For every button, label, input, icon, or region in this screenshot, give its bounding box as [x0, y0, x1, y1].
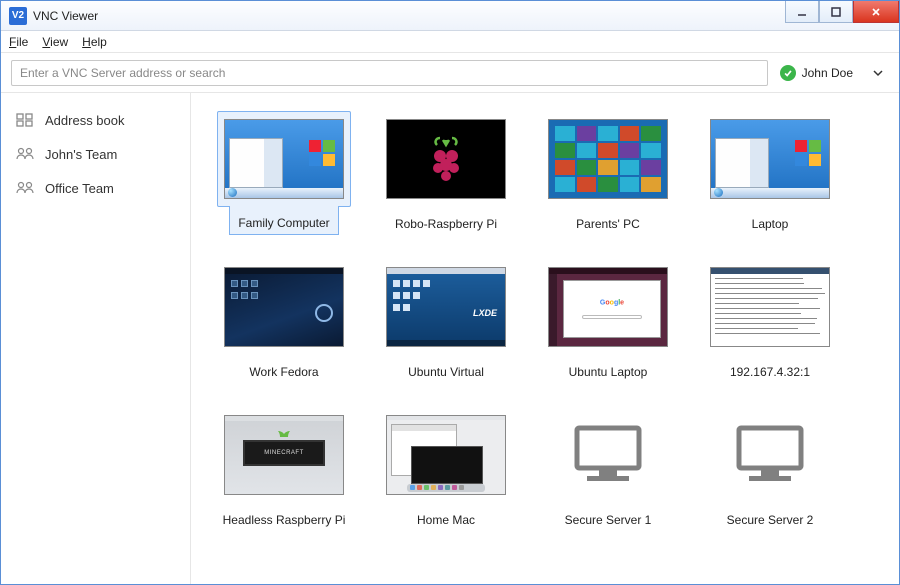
content: Family Computer Robo-Raspberry Pi Parents'…	[191, 93, 899, 584]
connection-parents[interactable]: Parents' PC	[533, 111, 683, 235]
grid-icon	[15, 112, 35, 128]
connection-ip[interactable]: 192.167.4.32:1	[695, 259, 845, 383]
sidebar-item-label: Address book	[45, 113, 125, 128]
connection-mac[interactable]: Home Mac	[371, 407, 521, 531]
connection-label: Work Fedora	[249, 365, 318, 379]
connection-headless[interactable]: MINECRAFT Headless Raspberry Pi	[209, 407, 359, 531]
connection-label: Laptop	[752, 217, 789, 231]
connection-ublap[interactable]: Google Ubuntu Laptop	[533, 259, 683, 383]
connection-fedora[interactable]: Work Fedora	[209, 259, 359, 383]
connection-thumbnail	[217, 259, 351, 355]
connection-thumbnail: MINECRAFT	[217, 407, 351, 503]
status-online-icon	[780, 65, 796, 81]
connection-label: Robo-Raspberry Pi	[395, 217, 497, 231]
search-input[interactable]: Enter a VNC Server address or search	[11, 60, 768, 86]
connection-label: Secure Server 2	[727, 513, 814, 527]
connection-laptop[interactable]: Laptop	[695, 111, 845, 235]
window-title: VNC Viewer	[33, 9, 785, 23]
connection-robo[interactable]: Robo-Raspberry Pi	[371, 111, 521, 235]
connection-thumbnail: Google	[541, 259, 675, 355]
connection-thumbnail	[703, 259, 837, 355]
connections-grid: Family Computer Robo-Raspberry Pi Parents'…	[209, 111, 893, 531]
menu-file[interactable]: File	[9, 35, 28, 49]
people-icon	[15, 146, 35, 162]
sidebar-item-office-team[interactable]: Office Team	[1, 171, 190, 205]
sidebar-item-label: John's Team	[45, 147, 117, 162]
app-icon: V2	[9, 7, 27, 25]
connection-thumbnail	[541, 111, 675, 207]
connection-label: Secure Server 1	[565, 513, 652, 527]
connection-thumbnail	[379, 407, 513, 503]
connection-family[interactable]: Family Computer	[209, 111, 359, 235]
connection-srv2[interactable]: Secure Server 2	[695, 407, 845, 531]
body: Address book John's Team Office Team Fam…	[1, 93, 899, 584]
minimize-button[interactable]	[785, 1, 819, 23]
connection-label: 192.167.4.32:1	[730, 365, 810, 379]
connection-thumbnail	[217, 111, 351, 207]
connection-thumbnail	[703, 111, 837, 207]
titlebar: V2 VNC Viewer	[1, 1, 899, 31]
connection-thumbnail: LXDE	[379, 259, 513, 355]
maximize-button[interactable]	[819, 1, 853, 23]
connection-label: Home Mac	[417, 513, 475, 527]
user-menu[interactable]: John Doe	[780, 65, 889, 81]
people-icon	[15, 180, 35, 196]
sidebar-item-label: Office Team	[45, 181, 114, 196]
sidebar: Address book John's Team Office Team	[1, 93, 191, 584]
connection-thumbnail	[379, 111, 513, 207]
connection-label: Family Computer	[238, 216, 329, 230]
menu-help[interactable]: Help	[82, 35, 107, 49]
sidebar-item-address-book[interactable]: Address book	[1, 103, 190, 137]
connection-label: Ubuntu Virtual	[408, 365, 484, 379]
connection-thumbnail	[703, 407, 837, 503]
toolbar: Enter a VNC Server address or search Joh…	[1, 53, 899, 93]
connection-label: Ubuntu Laptop	[569, 365, 648, 379]
connection-ubvirt[interactable]: LXDE Ubuntu Virtual	[371, 259, 521, 383]
menubar: File View Help	[1, 31, 899, 53]
connection-srv1[interactable]: Secure Server 1	[533, 407, 683, 531]
sidebar-item-johns-team[interactable]: John's Team	[1, 137, 190, 171]
connection-thumbnail	[541, 407, 675, 503]
app-window: V2 VNC Viewer File View Help Enter a VNC…	[0, 0, 900, 585]
window-controls	[785, 1, 899, 30]
connection-label: Parents' PC	[576, 217, 640, 231]
close-button[interactable]	[853, 1, 899, 23]
chevron-down-icon	[873, 68, 883, 78]
menu-view[interactable]: View	[42, 35, 68, 49]
connection-label: Headless Raspberry Pi	[223, 513, 346, 527]
search-placeholder: Enter a VNC Server address or search	[20, 66, 225, 80]
user-name: John Doe	[802, 66, 853, 80]
